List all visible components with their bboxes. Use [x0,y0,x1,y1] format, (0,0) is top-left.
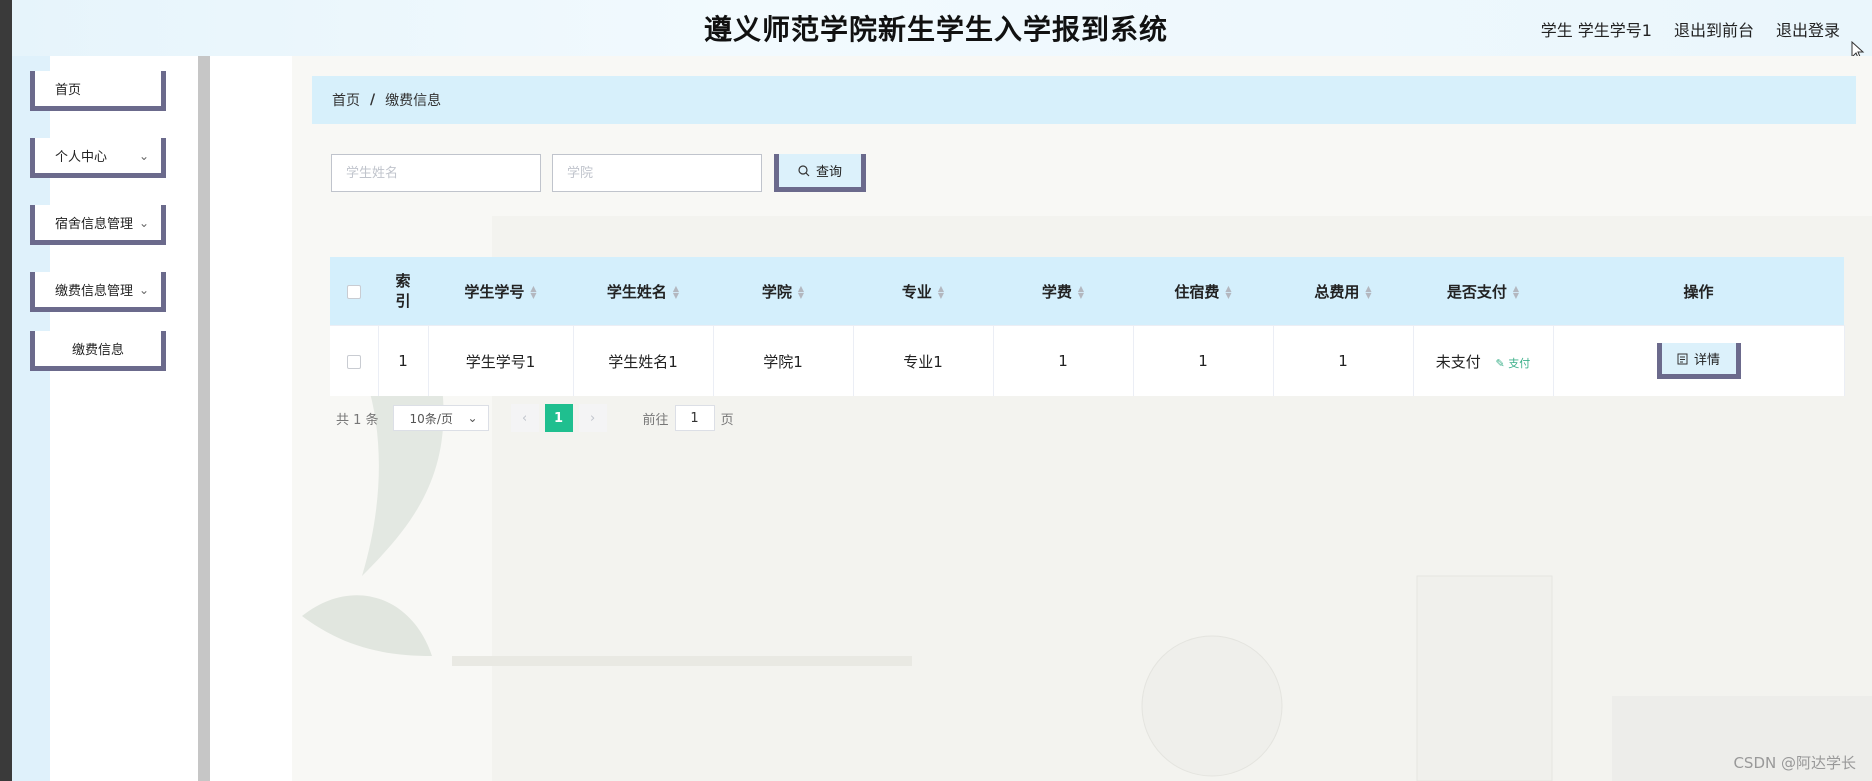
breadcrumb: 首页 / 缴费信息 [312,76,1856,124]
chevron-down-icon: ⌄ [138,149,149,163]
detail-button[interactable]: 详情 [1656,343,1741,379]
cell-student-name: 学生姓名1 [573,325,714,396]
total-count: 共 1 条 [336,412,379,428]
sort-icon[interactable]: ▲ ▼ [1078,285,1084,300]
column-header-sortable[interactable]: 学费 ▲ ▼ [993,257,1133,326]
cell-total: 1 [1273,325,1414,396]
logout-link[interactable]: 退出登录 [1776,17,1840,41]
pay-link[interactable]: ✎ 支付 [1496,357,1531,370]
cell-actions: 详情 [1553,325,1845,396]
sort-icon[interactable]: ▲ ▼ [530,285,536,300]
sort-icon[interactable]: ▲ ▼ [798,285,804,300]
column-header-sortable[interactable]: 是否支付 ▲ ▼ [1413,257,1553,326]
sidebar-item-label: 首页 [55,83,82,98]
sidebar-item-personal-center[interactable]: 个人中心 ⌄ [30,138,166,178]
select-all-cell [330,257,378,326]
sort-icon[interactable]: ▲ ▼ [1365,285,1371,300]
content-gutter [210,56,292,781]
search-icon [798,164,810,176]
sidebar-item-dorm-management[interactable]: 宿舍信息管理 ⌄ [30,205,166,245]
cell-index: 1 [378,325,429,396]
paid-status-text: 未支付 [1435,352,1481,371]
sidebar-item-label: 宿舍信息管理 [55,217,134,232]
select-all-checkbox[interactable] [347,284,361,299]
column-header-sortable[interactable]: 总费用 ▲ ▼ [1273,257,1413,326]
row-checkbox[interactable] [346,354,361,369]
top-header: 遵义师范学院新生学生入学报到系统 学生 学生学号1 退出到前台 退出登录 [0,0,1872,61]
pagination: 共 1 条 10条/页 ⌄ ‹ 1 › 前往 页 [336,404,734,432]
cell-paid-status: 未支付 ✎ 支付 [1413,325,1554,396]
cell-major: 专业1 [853,325,994,396]
column-header-sortable[interactable]: 学生学号 ▲ ▼ [428,257,573,326]
page-size-select[interactable]: 10条/页 ⌄ [392,405,489,431]
sort-icon[interactable]: ▲ ▼ [1513,285,1519,300]
column-header-sortable[interactable]: 专业 ▲ ▼ [853,257,993,326]
current-user: 学生 学生学号1 [1540,21,1652,40]
sidebar-item-home[interactable]: 首页 [30,71,166,111]
goto-label: 前往 [642,412,669,428]
breadcrumb-current: 缴费信息 [385,93,442,109]
page-number-button[interactable]: 1 [544,404,573,432]
sidebar-item-label: 缴费信息 [71,343,124,358]
sort-icon[interactable]: ▲ ▼ [938,285,944,300]
fee-table: 索引 学生学号 ▲ ▼ 学生姓名 ▲ ▼ 学院 ▲ ▼ 专业 ▲ ▼ 学费 ▲ ▼ 住宿费 ▲ ▼ 总费… [330,257,1845,396]
window-edge [0,0,12,781]
column-header: 操作 [1553,257,1844,326]
student-name-search-input[interactable] [331,154,541,192]
edit-icon: ✎ [1495,356,1505,370]
table-row: 1 学生学号1 学生姓名1 学院1 专业1 1 1 1 未支付 ✎ 支付 详情 [330,325,1845,396]
college-search-input[interactable] [552,154,762,192]
sort-icon[interactable]: ▲ ▼ [673,285,679,300]
column-header: 索引 [378,257,428,326]
cell-college: 学院1 [713,325,854,396]
table-header-row: 索引 学生学号 ▲ ▼ 学生姓名 ▲ ▼ 学院 ▲ ▼ 专业 ▲ ▼ 学费 ▲ ▼ 住宿费 ▲ ▼ 总费… [330,257,1844,326]
chevron-down-icon: ⌄ [467,411,478,425]
page-suffix: 页 [720,412,734,428]
main-content: 首页 / 缴费信息 查询 索引 学生学号▲▼ 学生姓名▲▼ 学院▲▼ 专业▲▼ … [292,56,1872,781]
breadcrumb-home[interactable]: 首页 [332,90,360,110]
sidebar-item-label: 个人中心 [55,150,108,165]
cell-tuition: 1 [993,325,1134,396]
sidebar-scrollbar[interactable] [198,56,210,781]
breadcrumb-separator: / [370,92,376,108]
exit-to-front-link[interactable]: 退出到前台 [1674,17,1754,41]
sidebar-item-fee-management[interactable]: 缴费信息管理 ⌄ [30,272,166,312]
chevron-down-icon: ⌄ [138,216,149,230]
goto-page-input[interactable] [674,405,715,431]
column-header-sortable[interactable]: 学院 ▲ ▼ [713,257,853,326]
document-icon [1677,353,1688,364]
watermark: CSDN @阿达学长 [1733,754,1856,772]
prev-page-button[interactable]: ‹ [510,404,539,432]
query-label: 查询 [815,165,842,180]
header-actions: 学生 学生学号1 退出到前台 退出登录 [1541,17,1840,41]
column-header-sortable[interactable]: 学生姓名 ▲ ▼ [573,257,713,326]
next-page-button[interactable]: › [578,404,607,432]
chevron-down-icon: ⌄ [138,283,149,297]
cell-lodging: 1 [1133,325,1274,396]
query-button[interactable]: 查询 [774,154,866,192]
sort-icon[interactable]: ▲ ▼ [1225,285,1231,300]
column-header-sortable[interactable]: 住宿费 ▲ ▼ [1133,257,1273,326]
cell-student-no: 学生学号1 [428,325,574,396]
sidebar-item-fee-info[interactable]: 缴费信息 [30,331,166,371]
row-select-cell [330,325,379,396]
sidebar-item-label: 缴费信息管理 [55,284,134,299]
